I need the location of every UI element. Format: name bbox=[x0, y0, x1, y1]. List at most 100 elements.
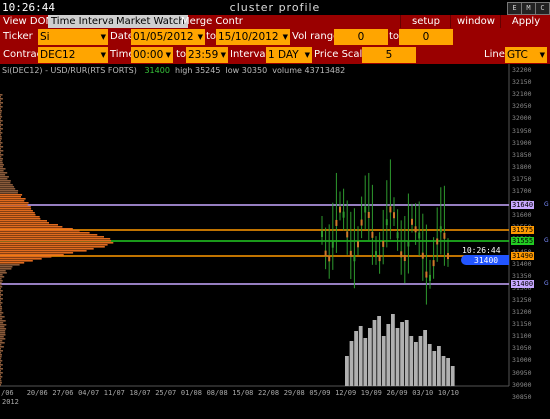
candle-body bbox=[443, 232, 446, 239]
price-axis-label: 30950 bbox=[512, 368, 532, 377]
date-axis-label: 01/08 bbox=[180, 389, 202, 397]
line-label: Line bbox=[484, 49, 505, 60]
profile-bar bbox=[0, 266, 13, 268]
profile-bar bbox=[0, 158, 3, 160]
volume-value: volume 43713482 bbox=[272, 66, 346, 75]
window-button-m[interactable]: M bbox=[521, 2, 536, 15]
profile-bar bbox=[0, 154, 4, 156]
profile-bar bbox=[0, 290, 3, 292]
ticker-select[interactable]: Si ▼ bbox=[38, 29, 108, 45]
profile-bar bbox=[0, 250, 87, 252]
date-axis-label: 05/09 bbox=[309, 389, 331, 397]
candle-body bbox=[360, 219, 363, 226]
date-axis-label: 26/09 bbox=[386, 389, 408, 397]
profile-bar bbox=[0, 338, 6, 340]
date-axis-label: /06 bbox=[1, 389, 14, 397]
ticker-value: Si bbox=[40, 31, 50, 43]
price-axis-label: 31250 bbox=[512, 295, 532, 304]
price-scale-label: Price Scale bbox=[314, 49, 369, 60]
profile-bar bbox=[0, 332, 6, 334]
candle-body bbox=[371, 231, 374, 238]
line-value: GTC bbox=[507, 49, 528, 61]
profile-bar bbox=[0, 302, 3, 304]
date-axis-label: 25/07 bbox=[155, 389, 177, 397]
price-scale-input[interactable]: 5 bbox=[362, 47, 416, 63]
vol-from-input[interactable]: 0 bbox=[334, 29, 388, 45]
window-button-e[interactable]: E bbox=[507, 2, 522, 15]
candle-body bbox=[447, 253, 449, 260]
level-tag: G bbox=[544, 201, 549, 208]
profile-bar bbox=[0, 308, 3, 310]
setup-button[interactable]: setup bbox=[400, 15, 451, 28]
profile-bar bbox=[0, 340, 3, 342]
volume-bar bbox=[423, 330, 427, 386]
vol-to-input[interactable]: 0 bbox=[399, 29, 453, 45]
line-select[interactable]: GTC ▼ bbox=[505, 47, 547, 63]
tab-market-watch[interactable]: Market Watch bbox=[113, 15, 188, 28]
profile-bar bbox=[0, 106, 3, 108]
chart-area[interactable] bbox=[0, 64, 550, 419]
profile-bar bbox=[0, 310, 2, 312]
profile-bar bbox=[0, 276, 5, 278]
price-axis-label: 32000 bbox=[512, 114, 532, 123]
date-to-select[interactable]: 15/10/2012 ▼ bbox=[216, 29, 290, 45]
profile-bar bbox=[0, 360, 3, 362]
profile-bar bbox=[0, 230, 80, 232]
profile-bar bbox=[0, 342, 5, 344]
profile-bar bbox=[0, 358, 2, 360]
apply-button[interactable]: Apply bbox=[500, 15, 550, 28]
profile-bar bbox=[0, 258, 42, 260]
profile-bar bbox=[0, 98, 3, 100]
volume-bar bbox=[400, 322, 404, 386]
profile-bar bbox=[0, 164, 4, 166]
profile-bar bbox=[0, 150, 4, 152]
date-axis-label: 18/07 bbox=[129, 389, 151, 397]
time-to-label: to bbox=[176, 49, 187, 60]
candle-body bbox=[321, 231, 323, 237]
time-from-select[interactable]: 00:00 ▼ bbox=[131, 47, 173, 63]
window-button[interactable]: window bbox=[450, 15, 501, 28]
profile-bar bbox=[0, 354, 2, 356]
price-axis-label: 31150 bbox=[512, 320, 532, 329]
profile-bar bbox=[0, 260, 33, 262]
time-to-select[interactable]: 23:59 ▼ bbox=[186, 47, 228, 63]
tab-merge-contr[interactable]: Merge Contr bbox=[178, 15, 246, 28]
profile-bar bbox=[0, 212, 35, 214]
profile-bar bbox=[0, 272, 7, 274]
interval-value: 1 DAY bbox=[268, 49, 299, 61]
profile-bar bbox=[0, 374, 1, 376]
profile-bar bbox=[0, 280, 3, 282]
volume-bar bbox=[446, 358, 450, 386]
profile-bar bbox=[0, 378, 2, 380]
price-axis-label: 31200 bbox=[512, 308, 532, 316]
window-button-c[interactable]: C bbox=[535, 2, 550, 15]
date-to-label: to bbox=[206, 31, 217, 42]
profile-bar bbox=[0, 380, 2, 382]
volume-bar bbox=[414, 342, 418, 386]
chevron-down-icon: ▼ bbox=[282, 33, 288, 41]
candle-body bbox=[403, 255, 406, 262]
candle-body bbox=[425, 271, 428, 278]
price-axis-label: 31750 bbox=[512, 174, 532, 183]
profile-bar bbox=[0, 234, 98, 236]
price-axis-label: 31350 bbox=[512, 271, 532, 280]
interval-select[interactable]: 1 DAY ▼ bbox=[266, 47, 312, 63]
candle-body bbox=[396, 232, 399, 239]
chevron-down-icon: ▼ bbox=[165, 51, 171, 59]
profile-bar bbox=[0, 254, 64, 256]
title-bar: 10:26:44 cluster profile E M C bbox=[0, 0, 550, 16]
contract-select[interactable]: DEC12 ▼ bbox=[38, 47, 108, 63]
profile-bar bbox=[0, 294, 3, 296]
volume-bar bbox=[354, 331, 358, 386]
profile-bar bbox=[0, 206, 31, 208]
profile-bar bbox=[0, 122, 1, 124]
cluster-profile-chart[interactable] bbox=[0, 64, 550, 419]
profile-bar bbox=[0, 120, 3, 122]
volume-bar bbox=[372, 320, 377, 386]
profile-bar bbox=[0, 184, 13, 186]
date-from-select[interactable]: 01/05/2012 ▼ bbox=[131, 29, 205, 45]
profile-bar bbox=[0, 252, 74, 254]
tab-time-interval[interactable]: Time Interval bbox=[48, 15, 120, 28]
volume-bar bbox=[381, 336, 386, 386]
vol-range-label: Vol range bbox=[292, 31, 340, 42]
